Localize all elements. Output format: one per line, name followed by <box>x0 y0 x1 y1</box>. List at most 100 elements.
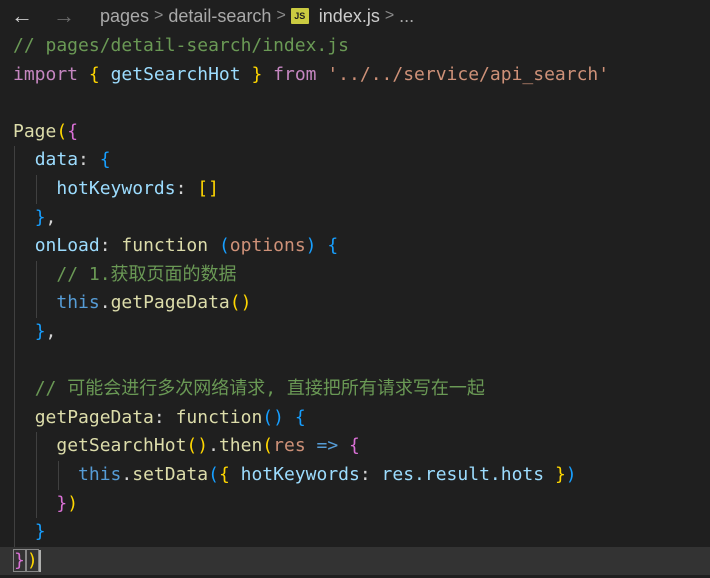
code-line[interactable]: }) <box>0 489 710 519</box>
code-bracket: ) <box>305 235 317 257</box>
indent-guide <box>14 432 15 461</box>
breadcrumb-index-js[interactable]: index.js <box>319 6 380 27</box>
code-keyword: this <box>56 292 100 314</box>
code-bracket-match: ) <box>25 548 39 572</box>
indent-guide <box>14 203 15 233</box>
code-keyword: this <box>78 463 122 485</box>
indent-guide <box>14 317 15 347</box>
code-identifier: data <box>34 149 79 171</box>
code-function: setData <box>132 463 209 485</box>
code-line-current[interactable]: }) <box>0 546 710 576</box>
code-comment: // pages/detail-search/index.js <box>13 35 349 56</box>
code-punctuation: : <box>78 149 100 171</box>
code-line[interactable]: // pages/detail-search/index.js <box>0 32 710 61</box>
indent-guide <box>14 232 15 261</box>
code-function: getSearchHot <box>56 435 187 457</box>
code-bracket: ( <box>56 120 68 142</box>
code-punctuation: : <box>175 177 198 199</box>
code-function: then <box>218 435 263 457</box>
indent-guide <box>36 489 37 519</box>
indent-guide <box>36 432 37 461</box>
code-line[interactable]: onLoad: function (options) { <box>0 232 710 261</box>
code-line[interactable]: getPageData: function() { <box>0 403 710 433</box>
code-bracket: { <box>218 463 230 485</box>
code-editor[interactable]: // pages/detail-search/index.js import {… <box>0 32 710 576</box>
code-punctuation: : <box>153 406 176 428</box>
code-comment: // 可能会进行多次网络请求, 直接把所有请求写在一起 <box>34 378 485 400</box>
code-line[interactable]: getSearchHot().then(res => { <box>0 432 710 461</box>
code-punctuation: : <box>99 235 122 257</box>
breadcrumb: pages > detail-search > JS index.js > ..… <box>100 0 414 32</box>
code-line[interactable] <box>0 346 710 376</box>
code-line[interactable]: }, <box>0 317 710 347</box>
code-bracket: () <box>229 292 252 314</box>
code-punctuation: . <box>121 463 133 485</box>
code-bracket: } <box>34 521 46 543</box>
code-keyword: function <box>121 235 209 257</box>
code-line[interactable]: // 1.获取页面的数据 <box>0 260 710 290</box>
code-bracket: { <box>99 149 111 171</box>
code-bracket: ) <box>67 492 79 514</box>
chevron-right-icon: > <box>384 7 395 24</box>
code-identifier: onLoad <box>34 235 100 257</box>
code-line[interactable]: this.getPageData() <box>0 289 710 318</box>
text-cursor <box>38 549 41 572</box>
code-bracket: } <box>251 63 263 85</box>
code-function: getPageData <box>110 292 230 314</box>
code-line[interactable]: import { getSearchHot } from '../../serv… <box>0 61 710 90</box>
indent-guide <box>14 460 15 490</box>
indent-guide <box>36 289 37 318</box>
code-bracket: () <box>262 406 284 428</box>
code-line[interactable]: this.setData({ hotKeywords: res.result.h… <box>0 460 710 490</box>
back-arrow-icon[interactable]: ← <box>8 2 36 30</box>
code-line[interactable] <box>0 89 710 118</box>
code-line[interactable]: Page({ <box>0 118 710 147</box>
code-bracket: } <box>56 492 68 514</box>
indent-guide <box>14 174 15 204</box>
code-keyword: import <box>13 63 79 85</box>
js-file-icon: JS <box>290 8 309 24</box>
code-bracket: } <box>554 463 566 485</box>
code-function: getPageData <box>34 406 154 428</box>
code-bracket: { <box>294 406 306 428</box>
code-bracket: ( <box>262 435 274 457</box>
code-bracket: { <box>88 63 100 85</box>
forward-arrow-icon[interactable]: → <box>50 2 78 30</box>
indent-guide <box>14 146 15 175</box>
code-identifier: getSearchHot <box>110 63 241 85</box>
code-line[interactable]: // 可能会进行多次网络请求, 直接把所有请求写在一起 <box>0 375 710 404</box>
indent-guide <box>14 260 15 290</box>
code-comment: // 1.获取页面的数据 <box>56 263 237 285</box>
code-punctuation: . <box>99 292 111 314</box>
indent-guide <box>58 460 59 490</box>
code-punctuation: , <box>45 320 57 342</box>
code-function: Page <box>13 120 57 142</box>
code-bracket: [] <box>197 177 219 199</box>
code-operator: => <box>316 435 339 457</box>
code-line[interactable]: }, <box>0 203 710 233</box>
breadcrumb-detail-search[interactable]: detail-search <box>168 6 271 27</box>
indent-guide <box>14 518 15 547</box>
code-line[interactable]: hotKeywords: [] <box>0 174 710 204</box>
code-identifier: hotKeywords <box>56 177 176 199</box>
code-bracket: ( <box>208 463 219 485</box>
code-punctuation: , <box>45 206 57 228</box>
code-bracket: () <box>186 435 209 457</box>
indent-guide <box>14 375 15 404</box>
breadcrumb-pages[interactable]: pages <box>100 6 149 27</box>
indent-guide <box>36 260 37 290</box>
code-bracket: { <box>349 435 360 457</box>
code-identifier: hotKeywords <box>240 463 360 485</box>
breadcrumb-symbols[interactable]: ... <box>399 6 414 27</box>
code-line[interactable]: data: { <box>0 146 710 175</box>
code-parameter: res <box>273 435 306 457</box>
code-bracket: ) <box>565 463 577 485</box>
code-line[interactable]: } <box>0 518 710 547</box>
indent-guide <box>36 174 37 204</box>
code-bracket: ( <box>218 235 230 257</box>
code-bracket-match: } <box>13 548 26 572</box>
code-punctuation: : <box>359 463 382 485</box>
code-bracket: } <box>34 206 46 228</box>
code-identifier: res.result.hots <box>381 463 545 485</box>
code-bracket: } <box>34 320 46 342</box>
